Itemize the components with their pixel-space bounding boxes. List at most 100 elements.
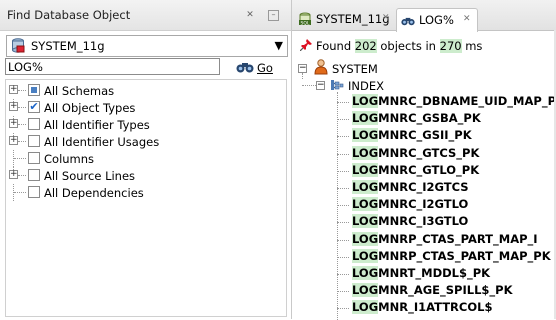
database-icon: [12, 38, 25, 53]
search-option-row[interactable]: + All Identifier Usages: [6, 133, 284, 150]
search-option-row[interactable]: + All Source Lines: [6, 167, 284, 184]
object-type-node-label[interactable]: INDEX: [348, 79, 384, 93]
index-icon: [331, 80, 344, 90]
result-item-label: MNR_I1ATTRCOL$: [378, 300, 493, 315]
expander-plus-icon[interactable]: +: [9, 119, 18, 128]
result-item-label: MNRT_MDDL$_PK: [378, 266, 491, 280]
result-item-label: MNRC_GSII_PK: [378, 128, 472, 143]
option-checkbox[interactable]: [28, 118, 40, 130]
result-item-label: MNRC_DBNAME_UID_MAP_PK: [378, 94, 556, 108]
expander-plus-icon[interactable]: +: [9, 136, 18, 145]
option-label: Columns: [44, 152, 95, 166]
result-item[interactable]: LOGMNRC_GTLO_PK: [352, 162, 480, 180]
tab-system-11g[interactable]: SQL SYSTEM_11g ✕: [295, 9, 392, 30]
minimize-icon[interactable]: –: [268, 10, 279, 21]
results-tree: − SYSTEM − INDEX LOGMNRC_DBNAME_UID_MAP_…: [292, 58, 556, 320]
expander-minus-icon[interactable]: −: [316, 81, 325, 90]
result-item-label: MNRP_CTAS_PART_MAP_I: [378, 231, 538, 246]
close-icon[interactable]: ✕: [382, 13, 390, 23]
result-item-label: MNRC_GTLO_PK: [378, 162, 480, 177]
match-highlight: LOG: [352, 128, 379, 143]
match-highlight: LOG: [352, 300, 379, 315]
option-checkbox[interactable]: [28, 186, 40, 198]
chevron-down-icon[interactable]: ▼: [275, 39, 283, 52]
result-item[interactable]: LOGMNRC_GTCS_PK: [352, 145, 480, 163]
expander-minus-icon[interactable]: −: [298, 64, 307, 73]
found-count: 202: [354, 39, 377, 53]
result-item[interactable]: LOGMNRP_CTAS_PART_MAP_PK: [352, 248, 551, 266]
result-item-label: MNRC_GSBA_PK: [378, 111, 481, 126]
expander-plus-icon[interactable]: +: [9, 102, 18, 111]
match-highlight: LOG: [352, 111, 379, 126]
svg-text:SQL: SQL: [301, 20, 310, 26]
match-highlight: LOG: [352, 180, 379, 194]
go-button[interactable]: Go: [236, 58, 276, 76]
result-item-label: MNRC_I3GTLO: [378, 214, 469, 229]
result-item[interactable]: LOGMNR_I1ATTRCOL$: [352, 300, 492, 317]
schema-node-label[interactable]: SYSTEM: [332, 62, 378, 76]
result-item[interactable]: LOGMNRC_I3GTLO: [352, 214, 468, 231]
result-item[interactable]: LOGMNRC_GSBA_PK: [352, 111, 481, 128]
option-label: All Source Lines: [44, 169, 136, 183]
result-item[interactable]: LOGMNRC_GSII_PK: [352, 128, 472, 145]
result-item-label: MNRC_GTCS_PK: [378, 145, 480, 160]
match-highlight: LOG: [352, 145, 379, 160]
match-highlight: LOG: [352, 231, 379, 246]
result-item[interactable]: LOGMNRC_I2GTCS: [352, 180, 469, 197]
search-option-row[interactable]: + All Identifier Types: [6, 116, 284, 133]
option-checkbox[interactable]: [28, 135, 40, 147]
result-item[interactable]: LOGMNRC_DBNAME_UID_MAP_PK: [352, 94, 556, 111]
option-label: All Object Types: [44, 101, 136, 115]
option-checkbox[interactable]: [28, 84, 40, 96]
tab-log-search[interactable]: LOG% ✕: [396, 8, 478, 32]
result-item-label: MNRP_CTAS_PART_MAP_PK: [378, 248, 551, 263]
search-option-row[interactable]: Columns: [6, 150, 284, 167]
match-highlight: LOG: [352, 214, 379, 229]
sql-worksheet-icon: SQL: [299, 12, 311, 26]
search-summary: Found 202 objects in 270 ms: [298, 37, 553, 55]
user-schema-icon: [314, 59, 328, 75]
option-checkbox[interactable]: ✔: [28, 101, 40, 113]
expander-plus-icon[interactable]: +: [9, 170, 18, 179]
go-label: Go: [257, 61, 273, 75]
result-item[interactable]: LOGMNRT_MDDL$_PK: [352, 266, 490, 283]
option-label: All Identifier Types: [44, 118, 150, 132]
match-highlight: LOG: [352, 266, 379, 280]
result-item-label: MNRC_I2GTCS: [378, 180, 469, 194]
found-count-text: Found 202 objects in 270 ms: [316, 39, 483, 53]
search-option-row[interactable]: All Dependencies: [6, 184, 284, 201]
match-highlight: LOG: [352, 283, 379, 298]
result-item[interactable]: LOGMNR_AGE_SPILL$_PK: [352, 283, 513, 300]
results-panel: SQL SYSTEM_11g ✕ LOG% ✕ Found 202 object…: [292, 0, 556, 320]
option-checkbox[interactable]: [28, 169, 40, 181]
tab-label: SYSTEM_11g: [316, 12, 390, 26]
option-label: All Identifier Usages: [44, 135, 160, 149]
pin-icon[interactable]: [300, 39, 312, 51]
match-highlight: LOG: [352, 162, 379, 177]
search-options-tree: + All Schemas + ✔ All Object Types + All Ident…: [5, 79, 287, 317]
result-item-label: MNRC_I2GTLO: [378, 197, 469, 212]
connection-select[interactable]: SYSTEM_11g ▼: [6, 35, 288, 57]
result-item-label: MNR_AGE_SPILL$_PK: [378, 283, 513, 298]
close-icon[interactable]: ✕: [245, 10, 255, 20]
tab-bar: SQL SYSTEM_11g ✕ LOG% ✕: [292, 0, 556, 32]
option-label: All Dependencies: [44, 186, 144, 200]
option-checkbox[interactable]: [28, 152, 40, 164]
connection-value: SYSTEM_11g: [31, 39, 105, 53]
elapsed-ms: 270: [439, 39, 462, 53]
search-input[interactable]: [5, 58, 220, 75]
result-item[interactable]: LOGMNRC_I2GTLO: [352, 197, 468, 214]
find-database-object-panel: Find Database Object ✕ – SYSTEM_11g ▼ Go…: [0, 0, 292, 319]
close-icon[interactable]: ✕: [463, 14, 471, 24]
option-label: All Schemas: [44, 84, 115, 98]
match-highlight: LOG: [352, 197, 379, 212]
binoculars-icon: [236, 63, 254, 73]
search-option-row[interactable]: + ✔ All Object Types: [6, 99, 284, 116]
search-option-row[interactable]: + All Schemas: [6, 82, 284, 99]
result-item[interactable]: LOGMNRP_CTAS_PART_MAP_I: [352, 231, 538, 249]
expander-plus-icon[interactable]: +: [9, 85, 18, 94]
tab-label: LOG%: [419, 13, 454, 27]
binoculars-icon: [401, 17, 415, 26]
panel-header: Find Database Object ✕ –: [0, 0, 291, 31]
match-highlight: LOG: [352, 248, 379, 263]
